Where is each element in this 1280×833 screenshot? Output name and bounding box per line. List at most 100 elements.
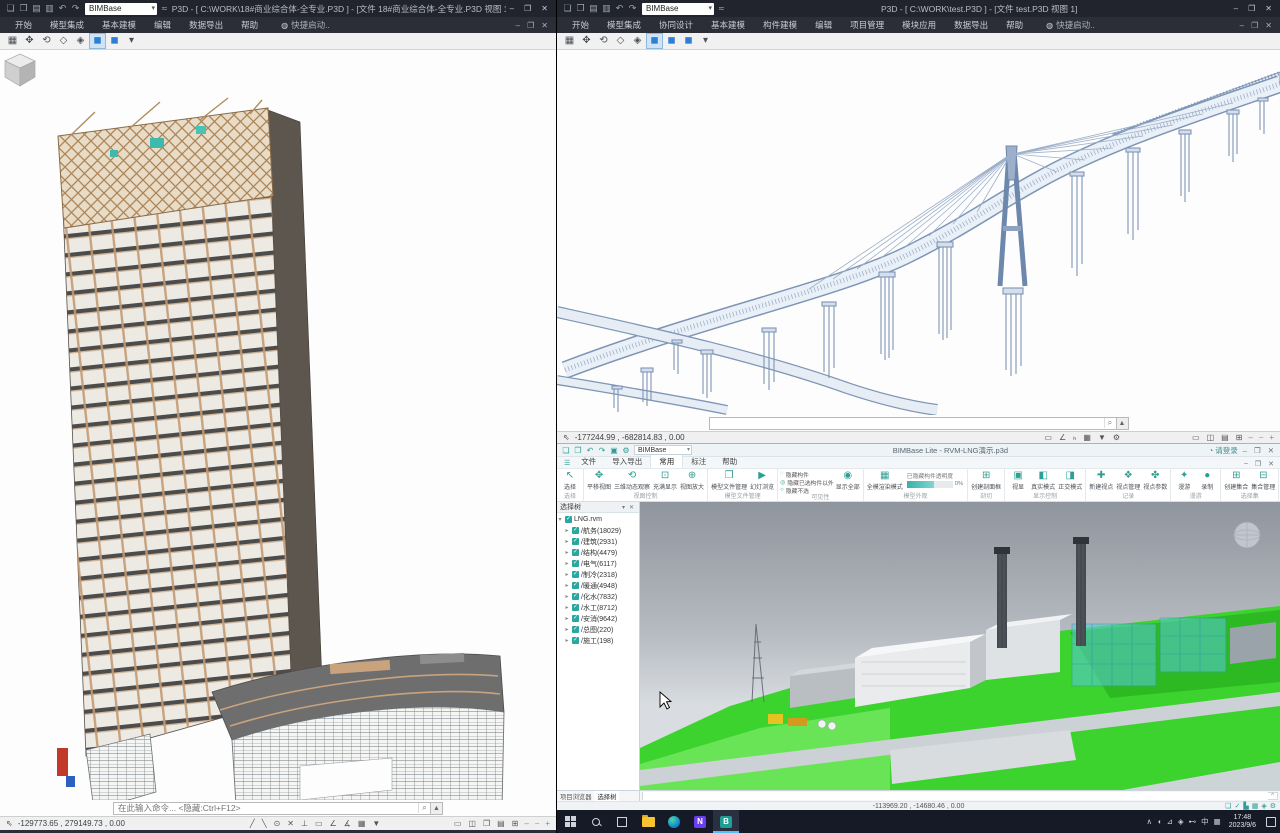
pin-icon[interactable]: ▾	[620, 504, 627, 511]
tree-item[interactable]: ▸✓/施工(198)	[557, 635, 639, 646]
ribbon-button[interactable]: ⊞创建集合	[1223, 470, 1249, 491]
new-file-icon[interactable]: ❏	[561, 446, 571, 455]
cube-wireframe-icon[interactable]: ◇	[56, 34, 71, 48]
expand-icon[interactable]: ▸	[564, 626, 570, 633]
ribbon-button[interactable]: ⊟集合管理	[1250, 470, 1276, 491]
zoom-slider[interactable]: – ⎯ +	[524, 819, 552, 829]
checkbox-checked-icon[interactable]: ✓	[572, 538, 579, 545]
select-check-icon[interactable]: ✓	[1234, 802, 1240, 810]
cube-conceptual-icon[interactable]: ◼	[664, 34, 679, 48]
snap-box-icon[interactable]: ▭	[1042, 433, 1054, 442]
app-combo[interactable]: BIMBase	[642, 3, 714, 15]
checkbox-checked-icon[interactable]: ✓	[572, 593, 579, 600]
split-cascade-icon[interactable]: ❐	[481, 819, 492, 828]
edge-browser-button[interactable]	[661, 810, 687, 833]
menu-item-4[interactable]: 构件建模	[754, 19, 806, 31]
file-explorer-button[interactable]	[635, 810, 661, 833]
expand-icon[interactable]: ▸	[564, 571, 570, 578]
doc-close-button[interactable]: ✕	[541, 21, 548, 30]
menu-item-2[interactable]: 基本建模	[93, 19, 145, 31]
panel-tab-项目浏览器[interactable]: 项目浏览器	[557, 791, 594, 801]
ribbon-button[interactable]: ◨正交模式	[1057, 470, 1083, 491]
snap-angle-icon[interactable]: ∡	[342, 819, 353, 828]
expand-icon[interactable]: ▸	[564, 604, 570, 611]
network-icon[interactable]: ⊿	[1167, 817, 1173, 826]
maximize-button[interactable]: ❐	[1254, 446, 1261, 455]
redo-icon[interactable]: ↷	[70, 3, 81, 14]
ribbon-button[interactable]: ◉显示全部	[835, 470, 861, 491]
doc-restore-button[interactable]: ❐	[527, 21, 534, 30]
tree-item[interactable]: ▸✓/水工(8712)	[557, 602, 639, 613]
ribbon-button[interactable]: ⊞创建剖面框	[970, 470, 1002, 491]
search-icon[interactable]: ⌕	[1104, 418, 1116, 428]
tree-item[interactable]: ▸✓/化水(7832)	[557, 591, 639, 602]
grid-toggle-icon[interactable]: ▦	[1081, 433, 1093, 442]
expand-icon[interactable]: ▸	[564, 549, 570, 556]
panel-tab-选择树[interactable]: 选择树	[594, 791, 619, 801]
gear-icon[interactable]: ⚙	[1111, 433, 1122, 442]
ribbon-button[interactable]: ✤视点参数	[1142, 470, 1168, 491]
tab-常用[interactable]: 常用	[650, 454, 683, 468]
cube-hidden-line-icon[interactable]: ◈	[73, 34, 88, 48]
snap-polyline-icon[interactable]: ╲	[260, 819, 269, 828]
close-button[interactable]: ✕	[1268, 446, 1274, 455]
titlebar[interactable]: ❏❒▤▥↶↷ BIMBase ≂ P3D - [ C:\WORK\test.P3…	[557, 0, 1280, 17]
ribbon-button[interactable]: ▣视显	[1007, 470, 1029, 491]
checkbox-checked-icon[interactable]: ✓	[572, 615, 579, 622]
menu-item-2[interactable]: 协同设计	[650, 19, 702, 31]
ribbon-button[interactable]: ✦漫游	[1173, 470, 1195, 491]
menu-item-6[interactable]: 项目管理	[841, 19, 893, 31]
single-view-icon[interactable]: ▭	[452, 819, 464, 828]
viewport-plant[interactable]	[640, 502, 1280, 790]
ribbon-button[interactable]: ▦全模渲染模式	[866, 470, 904, 491]
menu-item-3[interactable]: 编辑	[145, 19, 180, 31]
doc-minimize-button[interactable]: –	[1244, 460, 1248, 468]
cube-realistic-icon[interactable]: ◼	[681, 34, 696, 48]
ribbon-button[interactable]: ❖视点管理	[1115, 470, 1141, 491]
keyboard-icon[interactable]: ▦	[1214, 817, 1221, 826]
menu-item-4[interactable]: 数据导出	[180, 19, 232, 31]
snap-intersect-icon[interactable]: ✕	[285, 819, 296, 828]
doc-close-button[interactable]: ✕	[1268, 460, 1274, 468]
checkbox-checked-icon[interactable]: ✓	[572, 571, 579, 578]
menu-item-5[interactable]: 帮助	[232, 19, 267, 31]
viewport-tower[interactable]	[0, 50, 556, 800]
filter-toggle-icon[interactable]: ▼	[1096, 433, 1108, 442]
expand-icon[interactable]: ▸	[564, 538, 570, 545]
snap-slope-icon[interactable]: ∠	[1057, 433, 1068, 442]
search-icon[interactable]: ⌕	[418, 803, 430, 813]
split-vertical-icon[interactable]: ◫	[1205, 433, 1217, 442]
menu-item-3[interactable]: 基本建模	[702, 19, 754, 31]
doc-minimize-button[interactable]: –	[1240, 21, 1244, 30]
cube-shaded-icon[interactable]: ◼	[90, 34, 105, 48]
viewcube-toggle-icon[interactable]: ❏	[1225, 802, 1231, 810]
minimize-button[interactable]: –	[1243, 446, 1247, 455]
expand-history-button[interactable]: ▲	[430, 803, 442, 814]
snap-h-icon[interactable]: ₕ	[1071, 433, 1078, 442]
tree-item[interactable]: ▸✓/制冷(2318)	[557, 569, 639, 580]
doc-minimize-button[interactable]: –	[516, 21, 520, 30]
usb-icon[interactable]: ⊷	[1189, 817, 1197, 826]
start-button[interactable]	[557, 810, 583, 833]
checkbox-checked-icon[interactable]: ✓	[572, 626, 579, 633]
cube-wireframe-icon[interactable]: ◇	[613, 34, 628, 48]
viewport-bridge[interactable]	[557, 50, 1280, 415]
gear-icon[interactable]: ⚙	[1270, 802, 1276, 810]
list-view-icon[interactable]: ▤	[1219, 433, 1231, 442]
notification-center-button[interactable]	[1266, 817, 1276, 827]
save-all-icon[interactable]: ▥	[44, 3, 55, 14]
pan-hand-icon[interactable]: ✥	[22, 34, 37, 48]
cube-realistic-icon[interactable]: ◼	[107, 34, 122, 48]
filter-toggle-icon[interactable]: ▼	[370, 819, 382, 828]
cube-hidden-line-icon[interactable]: ◈	[630, 34, 645, 48]
orbit-icon[interactable]: ⟲	[39, 34, 54, 48]
ribbon-button[interactable]: ⊕视图放大	[679, 470, 705, 491]
zoom-slider[interactable]: – ⎯ +	[1248, 433, 1276, 443]
close-button[interactable]: ✕	[1265, 4, 1272, 13]
close-panel-icon[interactable]: ✕	[627, 504, 636, 511]
menu-item-8[interactable]: 数据导出	[945, 19, 997, 31]
snap-slope-icon[interactable]: ∠	[328, 819, 339, 828]
maximize-button[interactable]: ❐	[524, 4, 531, 13]
ime-indicator[interactable]: 中	[1201, 816, 1209, 827]
tray-chevron-icon[interactable]: ∧	[1147, 817, 1153, 826]
